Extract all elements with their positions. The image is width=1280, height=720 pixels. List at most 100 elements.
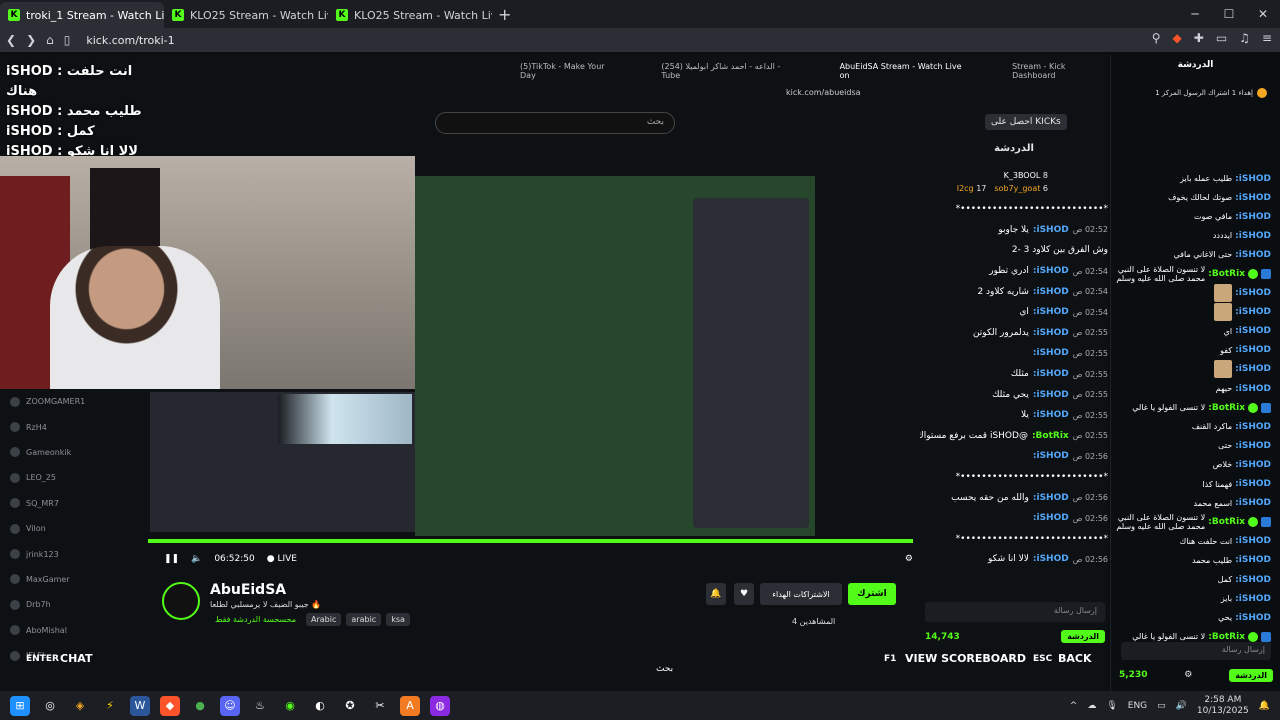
message-user[interactable]: iSHOD: [1235,594,1271,604]
message-user[interactable]: iSHOD: [1235,536,1271,546]
volume-icon[interactable]: 🔈 [191,554,202,564]
streamer-name[interactable]: AbuEidSA [210,582,286,598]
message-user[interactable]: iSHOD: [1235,250,1271,260]
message-user[interactable]: iSHOD: [1235,307,1271,317]
chevron-up-icon[interactable]: ^ [1070,701,1078,711]
clock[interactable]: 2:58 AM 10/13/2025 [1197,695,1249,717]
volume-icon[interactable]: 🔊 [1176,701,1187,711]
channel-item[interactable]: jrink123 [0,541,145,566]
app-icon[interactable]: ◈ [70,696,90,716]
video-progress[interactable] [148,539,913,543]
forward-icon[interactable]: ❯ [26,33,36,47]
message-user[interactable]: iSHOD: [1033,451,1069,461]
message-user[interactable]: BotRix: [1208,269,1245,279]
tab-klo25-2[interactable]: K KLO25 Stream - Watch Live on Kick [328,2,492,28]
maximize-button[interactable]: ☐ [1212,0,1246,28]
message-user[interactable]: iSHOD: [1235,422,1271,432]
message-user[interactable]: BotRix: [1208,632,1245,642]
message-user[interactable]: iSHOD: [1033,287,1069,297]
message-user[interactable]: iSHOD: [1235,288,1271,298]
pause-icon[interactable]: ❚❚ [164,554,179,564]
message-user[interactable]: iSHOD: [1033,493,1069,503]
message-user[interactable]: iSHOD: [1235,613,1271,623]
message-user[interactable]: iSHOD: [1235,326,1271,336]
chat-input[interactable]: إرسال رسالة [1121,642,1271,660]
message-user[interactable]: iSHOD: [1033,513,1069,523]
message-user[interactable]: iSHOD: [1235,498,1271,508]
channel-item[interactable]: ZOOMGAMER1 [0,389,145,414]
wifi-icon[interactable]: ☁ [1087,701,1096,711]
message-user[interactable]: iSHOD: [1033,307,1069,317]
zoom-icon[interactable]: ⚲ [1152,31,1161,45]
brave-shield-icon[interactable]: ◆ [1173,31,1182,45]
bookmark-icon[interactable]: ▯ [64,33,71,47]
message-user[interactable]: iSHOD: [1033,328,1069,338]
windows-start-icon[interactable]: ⊞ [10,695,30,716]
message-user[interactable]: iSHOD: [1235,384,1271,394]
menu-icon[interactable]: ≡ [1262,31,1272,45]
message-user[interactable]: iSHOD: [1033,554,1069,564]
minimize-button[interactable]: ─ [1178,0,1212,28]
brave-icon[interactable]: ◆ [160,695,180,716]
app-icon[interactable]: ◐ [310,696,330,716]
tag[interactable]: arabic [346,613,382,626]
url-field[interactable]: kick.com/troki-1 [86,34,174,47]
extensions-icon[interactable]: ✚ [1194,31,1204,45]
tag[interactable]: Arabic [306,613,342,626]
settings-icon[interactable]: ⚙ [905,554,913,564]
subscribe-button[interactable]: اشترك [848,583,896,605]
capcut-icon[interactable]: ✂ [370,696,390,716]
steam-icon[interactable]: ♨ [250,696,270,716]
chrome-icon[interactable]: ● [190,696,210,716]
message-user[interactable]: iSHOD: [1033,225,1069,235]
message-user[interactable]: iSHOD: [1235,460,1271,470]
app-icon[interactable]: ◍ [430,695,450,716]
settings-icon[interactable]: ⚙ [1184,670,1192,680]
tag[interactable]: ksa [386,613,410,626]
mic-icon[interactable]: 🎙 [1106,701,1117,711]
music-icon[interactable]: ♫ [1239,31,1250,45]
close-window-button[interactable]: ✕ [1246,0,1280,28]
message-user[interactable]: iSHOD: [1235,231,1271,241]
message-user[interactable]: iSHOD: [1033,369,1069,379]
home-icon[interactable]: ⌂ [46,33,54,47]
message-user[interactable]: iSHOD: [1235,193,1271,203]
network-icon[interactable]: ▭ [1157,701,1166,711]
message-user[interactable]: iSHOD: [1235,555,1271,565]
discord-icon[interactable]: ☺ [220,695,240,716]
notification-icon[interactable]: 🔔 [1259,701,1270,711]
message-user[interactable]: iSHOD: [1235,479,1271,489]
message-user[interactable]: BotRix: [1208,517,1245,527]
message-user[interactable]: iSHOD: [1235,212,1271,222]
message-user[interactable]: iSHOD: [1235,575,1271,585]
tag[interactable]: محسحسة الدردشة فقط [210,613,301,626]
message-user[interactable]: iSHOD: [1235,441,1271,451]
app-icon[interactable]: ⚡ [100,696,120,716]
message-user[interactable]: iSHOD: [1033,348,1069,358]
message-user[interactable]: iSHOD: [1235,174,1271,184]
channel-item[interactable]: Gameonkik [0,440,145,465]
message-user[interactable]: BotRix: [1208,403,1245,413]
chat-send-button[interactable]: الدردشة [1229,668,1273,682]
tab-troki[interactable]: Ktroki_1 Stream - Watch Live on Kick✕ [0,2,164,28]
language-indicator[interactable]: ENG [1128,701,1147,711]
app-icon[interactable]: ◉ [280,696,300,716]
new-tab-icon[interactable]: + [498,5,511,24]
word-icon[interactable]: W [130,695,150,716]
channel-item[interactable]: SQ_MR7 [0,491,145,516]
message-user[interactable]: iSHOD: [1235,364,1271,374]
message-user[interactable]: iSHOD: [1235,345,1271,355]
channel-item[interactable]: Drb7h [0,592,145,617]
follow-heart-button[interactable]: ♥ [734,583,754,605]
sidebar-icon[interactable]: ▭ [1216,31,1227,45]
streamer-avatar[interactable] [162,582,200,620]
message-user[interactable]: iSHOD: [1033,390,1069,400]
channel-item[interactable]: MaxGamer [0,567,145,592]
tab-klo25[interactable]: K KLO25 Stream - Watch Live on Kick [164,2,328,28]
channel-item[interactable]: LEO_25 [0,465,145,490]
app-icon[interactable]: ✪ [340,696,360,716]
channel-item[interactable]: RzH4 [0,414,145,439]
app-icon[interactable]: ◎ [40,696,60,716]
app-icon[interactable]: A [400,695,420,716]
channel-item[interactable]: Vilon [0,516,145,541]
